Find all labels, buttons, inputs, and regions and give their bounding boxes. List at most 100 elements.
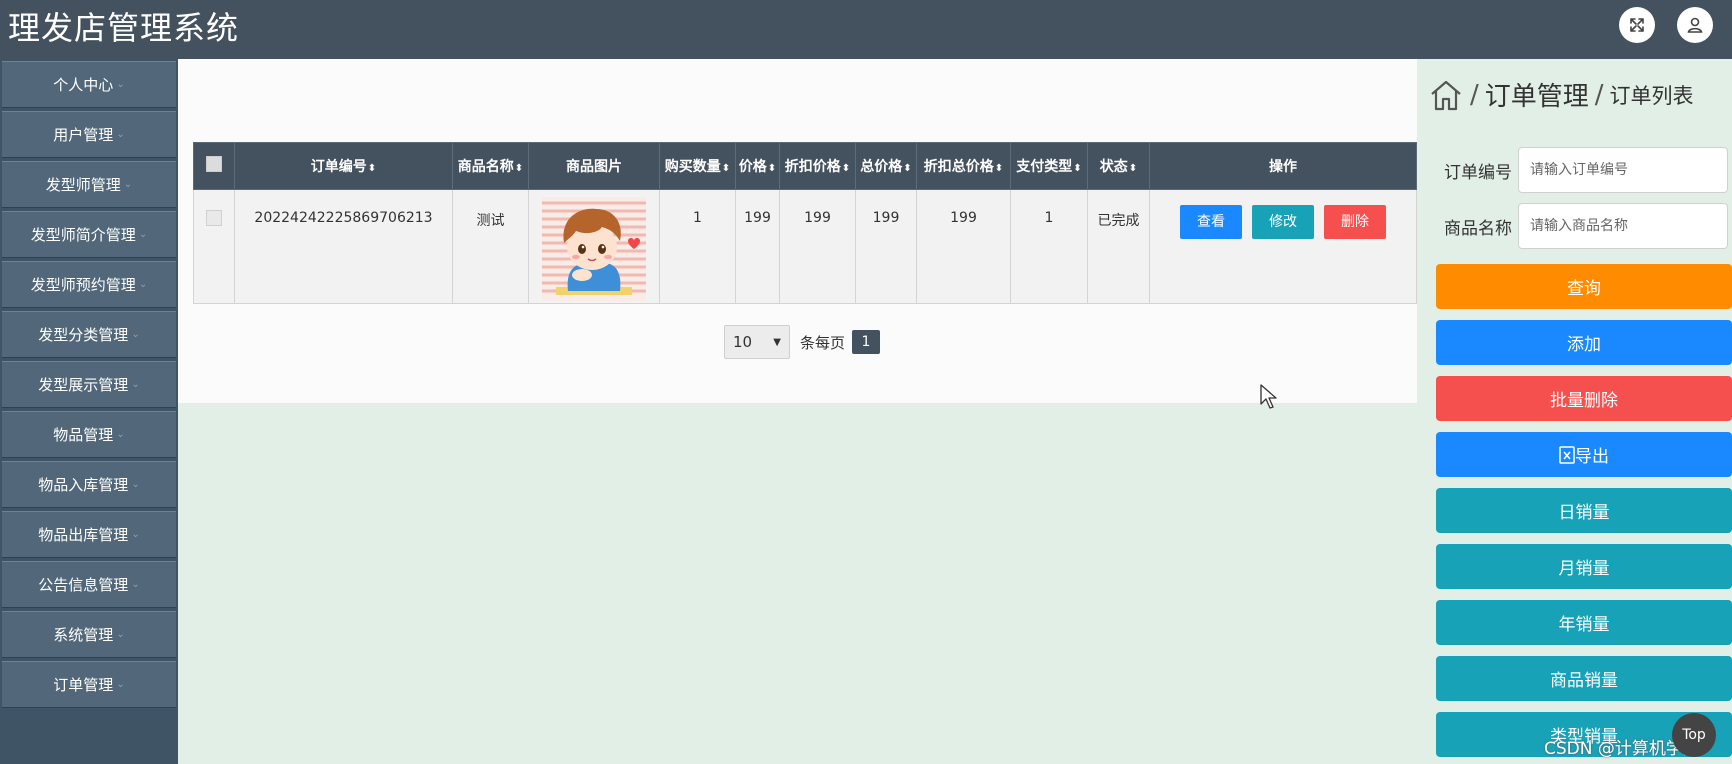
sidebar-item-label: 系统管理 — [53, 626, 114, 644]
page-number-button[interactable]: 1 — [852, 330, 881, 354]
delete-button[interactable]: 删除 — [1324, 205, 1386, 239]
sort-icon: ⬍ — [767, 163, 777, 174]
sidebar-item-users[interactable]: 用户管理 ⌄ — [2, 111, 176, 158]
sort-icon: ⬍ — [1128, 163, 1138, 174]
sidebar-item-announcements[interactable]: 公告信息管理 ⌄ — [2, 561, 176, 608]
pagination: 10 ▼ 条每页 1 — [724, 325, 881, 359]
yearly-sales-button[interactable]: 年销量 — [1436, 600, 1732, 645]
status-cell: 已完成 — [1087, 189, 1150, 304]
row-checkbox[interactable] — [206, 210, 222, 226]
sidebar-item-hairstyle-categories[interactable]: 发型分类管理 ⌄ — [2, 311, 176, 358]
quantity-cell: 1 — [659, 189, 736, 304]
user-icon[interactable] — [1677, 7, 1713, 43]
chevron-down-icon: ⌄ — [131, 479, 140, 490]
chevron-down-icon: ⌄ — [131, 529, 140, 540]
sidebar-item-label: 发型展示管理 — [38, 376, 129, 394]
sort-icon: ⬍ — [367, 163, 377, 174]
batch-delete-button[interactable]: 批量删除 — [1436, 376, 1732, 421]
sort-icon: ⬍ — [1073, 163, 1082, 174]
chevron-down-icon: ⌄ — [131, 329, 140, 340]
view-button[interactable]: 查看 — [1180, 205, 1242, 239]
sidebar-item-stylists[interactable]: 发型师管理 ⌄ — [2, 161, 176, 208]
export-button[interactable]: 导出 — [1436, 432, 1732, 477]
sort-icon: ⬍ — [841, 163, 851, 174]
sidebar-item-goods-inbound[interactable]: 物品入库管理 ⌄ — [2, 461, 176, 508]
sidebar-item-label: 物品出库管理 — [38, 526, 129, 544]
table-row: 20224242225869706213 测试 1 199 199 199 19… — [193, 189, 1417, 304]
page-size-select[interactable]: 10 ▼ — [724, 325, 790, 359]
sidebar-item-label: 用户管理 — [53, 126, 114, 144]
export-label: 导出 — [1575, 447, 1609, 467]
chevron-down-icon: ⌄ — [138, 279, 148, 290]
chevron-down-icon: ⌄ — [123, 179, 133, 190]
product-sales-button[interactable]: 商品销量 — [1436, 656, 1732, 701]
edit-button[interactable]: 修改 — [1252, 205, 1314, 239]
product-name-filter: 商品名称 — [1444, 203, 1728, 249]
sidebar-item-goods[interactable]: 物品管理 ⌄ — [2, 411, 176, 458]
mouse-cursor-icon — [1260, 384, 1277, 409]
query-button[interactable]: 查询 — [1436, 264, 1732, 309]
fullscreen-icon[interactable] — [1619, 7, 1655, 43]
back-to-top-button[interactable]: Top — [1672, 713, 1716, 757]
sidebar-item-goods-outbound[interactable]: 物品出库管理 ⌄ — [2, 511, 176, 558]
sort-icon: ⬍ — [994, 163, 1004, 174]
discount-price-cell: 199 — [779, 189, 856, 304]
column-header: 商品图片 — [528, 142, 660, 190]
chevron-down-icon: ⌄ — [116, 629, 125, 640]
row-select-cell — [193, 189, 235, 304]
breadcrumb-separator: / — [1470, 79, 1479, 110]
home-icon[interactable] — [1428, 77, 1464, 113]
chevron-down-icon: ⌄ — [116, 679, 125, 690]
column-header[interactable]: 总价格⬍ — [855, 142, 917, 190]
column-header[interactable]: 商品名称⬍ — [452, 142, 529, 190]
dropdown-arrow-icon: ▼ — [773, 336, 781, 348]
select-all-checkbox[interactable] — [206, 156, 222, 172]
pay-type-cell: 1 — [1010, 189, 1088, 304]
column-header: 操作 — [1149, 142, 1417, 190]
sort-icon: ⬍ — [903, 163, 912, 174]
column-header[interactable]: 价格⬍ — [735, 142, 780, 190]
product-name-input[interactable] — [1518, 203, 1728, 249]
total-price-cell: 199 — [855, 189, 917, 304]
column-header[interactable]: 订单编号⬍ — [234, 142, 453, 190]
chevron-down-icon: ⌄ — [131, 379, 140, 390]
chevron-down-icon: ⌄ — [116, 429, 125, 440]
order-no-cell: 20224242225869706213 — [234, 189, 453, 304]
monthly-sales-button[interactable]: 月销量 — [1436, 544, 1732, 589]
select-all-cell — [193, 142, 235, 190]
sidebar-item-hairstyle-showcase[interactable]: 发型展示管理 ⌄ — [2, 361, 176, 408]
price-cell: 199 — [735, 189, 780, 304]
sidebar-item-stylist-booking[interactable]: 发型师预约管理 ⌄ — [2, 261, 176, 308]
chevron-down-icon: ⌄ — [116, 79, 125, 90]
sidebar-item-personal-center[interactable]: 个人中心 ⌄ — [2, 61, 176, 108]
sidebar-item-label: 发型分类管理 — [38, 326, 129, 344]
discount-total-cell: 199 — [916, 189, 1011, 304]
sidebar-item-orders[interactable]: 订单管理 ⌄ — [2, 661, 176, 708]
table-header-row: 订单编号⬍ 商品名称⬍ 商品图片 购买数量⬍ 价格⬍ 折扣价格⬍ 总价格⬍ 折扣… — [193, 142, 1417, 190]
add-button[interactable]: 添加 — [1436, 320, 1732, 365]
chevron-down-icon: ⌄ — [131, 579, 140, 590]
product-name-label: 商品名称 — [1444, 218, 1512, 239]
page-size-value: 10 — [733, 333, 753, 351]
sidebar-item-system[interactable]: 系统管理 ⌄ — [2, 611, 176, 658]
actions-cell: 查看 修改 删除 — [1149, 189, 1417, 304]
app-title: 理发店管理系统 — [8, 9, 240, 47]
order-no-input[interactable] — [1518, 147, 1728, 193]
column-header[interactable]: 折扣价格⬍ — [779, 142, 856, 190]
sidebar: 个人中心 ⌄ 用户管理 ⌄ 发型师管理 ⌄ 发型师简介管理 ⌄ 发型师预约管理 ⌄ 发型分… — [0, 59, 178, 764]
breadcrumb-section[interactable]: 订单管理 — [1485, 76, 1589, 113]
column-header[interactable]: 支付类型⬍ — [1010, 142, 1088, 190]
column-header[interactable]: 状态⬍ — [1087, 142, 1150, 190]
column-header[interactable]: 购买数量⬍ — [659, 142, 736, 190]
sidebar-item-label: 发型师简介管理 — [30, 226, 136, 244]
sidebar-item-label: 物品入库管理 — [38, 476, 129, 494]
daily-sales-button[interactable]: 日销量 — [1436, 488, 1732, 533]
sort-icon: ⬍ — [721, 163, 731, 174]
product-name-cell: 测试 — [452, 189, 529, 304]
order-no-label: 订单编号 — [1444, 162, 1512, 183]
sidebar-item-stylist-profiles[interactable]: 发型师简介管理 ⌄ — [2, 211, 176, 258]
column-header[interactable]: 折扣总价格⬍ — [916, 142, 1011, 190]
sidebar-item-label: 发型师管理 — [45, 176, 121, 194]
product-image-cell — [528, 189, 660, 304]
sidebar-item-label: 物品管理 — [53, 426, 114, 444]
